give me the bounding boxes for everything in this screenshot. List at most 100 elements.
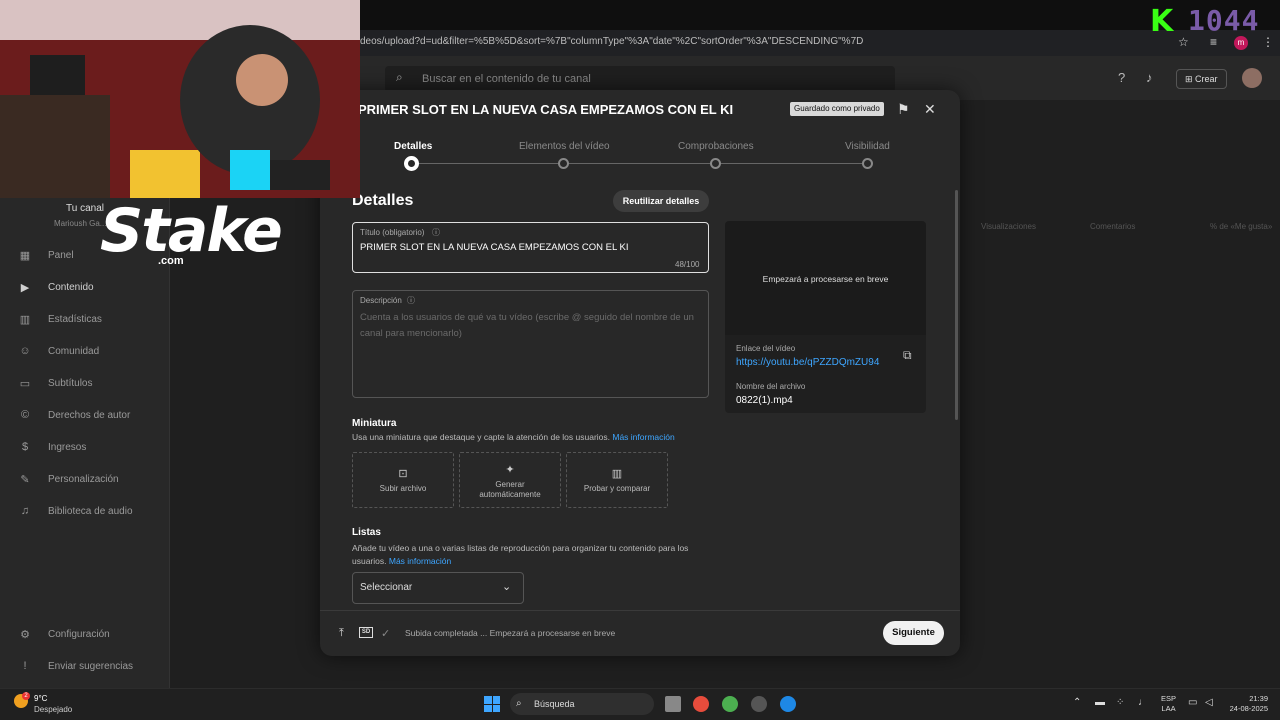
sidebar-item-copyright[interactable]: © Derechos de autor: [0, 399, 170, 431]
file-explorer-icon[interactable]: [665, 696, 681, 712]
chrome-icon[interactable]: [693, 696, 709, 712]
clock[interactable]: 21:39 24-08-2025: [1226, 694, 1268, 714]
file-name-label: Nombre del archivo: [736, 382, 806, 391]
description-field-label: Descripción: [360, 296, 402, 305]
webcam-overlay: [0, 0, 360, 198]
chevron-down-icon[interactable]: ⌄: [502, 580, 511, 593]
weather-alert-badge: 2: [22, 692, 30, 700]
content-icon: ▶: [20, 281, 30, 294]
sidebar-item-feedback[interactable]: ! Enviar sugerencias: [0, 650, 170, 682]
sidebar-item-customization[interactable]: ✎ Personalización: [0, 463, 170, 495]
upload-thumbnail-button[interactable]: ⊡ Subir archivo: [352, 452, 454, 508]
sidebar-item-analytics[interactable]: ▥ Estadísticas: [0, 303, 170, 335]
sponsor-domain: .com: [158, 255, 184, 267]
chrome-profile-icon[interactable]: [722, 696, 738, 712]
sparkle-icon: ✦: [505, 464, 515, 476]
create-label: Crear: [1195, 74, 1218, 84]
bookmark-star-icon[interactable]: ☆: [1178, 35, 1189, 49]
help-icon[interactable]: ?: [1118, 70, 1125, 85]
sidebar-item-community[interactable]: ☺ Comunidad: [0, 335, 170, 367]
playlists-help: Añade tu vídeo a una o varias listas de …: [352, 542, 712, 568]
sidebar-item-label: Estadísticas: [48, 313, 102, 325]
sidebar-item-label: Personalización: [48, 473, 119, 485]
dialog-scrollbar[interactable]: [955, 190, 958, 420]
language-indicator[interactable]: ESP LAA: [1161, 694, 1176, 714]
copy-icon[interactable]: ⧉: [903, 348, 912, 363]
tray-network-icon[interactable]: ⁘: [1116, 697, 1124, 708]
tray-app-icon[interactable]: ▬: [1095, 697, 1105, 708]
sponsor-logo: Stake: [100, 196, 283, 266]
help-circle-icon[interactable]: ⓘ: [432, 227, 440, 238]
step-video-elements[interactable]: Elementos del vídeo: [519, 141, 610, 152]
browser-menu-icon[interactable]: ⋮: [1262, 35, 1274, 49]
tray-overflow-icon[interactable]: ⌃: [1073, 697, 1081, 708]
media-queue-icon[interactable]: ≡: [1210, 35, 1217, 49]
taskbar-search-label[interactable]: Búsqueda: [534, 699, 575, 709]
description-placeholder[interactable]: Cuenta a los usuarios de qué va tu vídeo…: [360, 310, 700, 342]
auto-generate-label: Generar automáticamente: [479, 480, 541, 499]
search-icon: ⌕: [396, 70, 403, 84]
step-checks[interactable]: Comprobaciones: [678, 141, 754, 152]
sidebar-item-label: Enviar sugerencias: [48, 660, 134, 672]
create-button[interactable]: ⊞ Crear: [1176, 69, 1227, 89]
video-link-label: Enlace del vídeo: [736, 344, 796, 353]
sd-quality-icon: SD: [359, 627, 373, 638]
title-char-counter: 48/100: [675, 260, 700, 269]
help-circle-icon[interactable]: ⓘ: [407, 295, 415, 306]
sidebar-item-earn[interactable]: $ Ingresos: [0, 431, 170, 463]
title-input[interactable]: PRIMER SLOT EN LA NUEVA CASA EMPEZAMOS C…: [360, 242, 629, 253]
thumbnail-help: Usa una miniatura que destaque y capte l…: [352, 432, 712, 442]
keyboard-layout: LAA: [1161, 704, 1176, 713]
taskbar-search[interactable]: [510, 693, 654, 715]
obs-icon[interactable]: [751, 696, 767, 712]
next-button[interactable]: Siguiente: [883, 621, 944, 645]
weather-description[interactable]: Despejado: [34, 705, 72, 714]
sidebar-item-label: Contenido: [48, 281, 94, 293]
test-compare-button[interactable]: ▥ Probar y comparar: [566, 452, 668, 508]
weather-temperature[interactable]: 9°C: [34, 694, 47, 703]
close-icon[interactable]: ✕: [924, 101, 936, 118]
video-link[interactable]: https://youtu.be/qPZZDQmZU94: [736, 357, 879, 368]
step-details[interactable]: Detalles: [394, 141, 432, 152]
sidebar-item-content[interactable]: ▶ Contenido: [0, 271, 170, 303]
step-dot-visibility[interactable]: [862, 158, 873, 169]
step-dot-checks[interactable]: [710, 158, 721, 169]
sidebar-item-label: Ingresos: [48, 441, 87, 453]
test-compare-label: Probar y comparar: [583, 484, 651, 493]
step-dot-video-elements[interactable]: [558, 158, 569, 169]
volume-icon[interactable]: ◁: [1205, 697, 1213, 708]
community-icon: ☺: [19, 345, 31, 357]
clock-time: 21:39: [1249, 694, 1268, 703]
account-avatar[interactable]: [1242, 68, 1262, 88]
notifications-bell-icon[interactable]: ♪: [1146, 70, 1153, 85]
sidebar-item-subtitles[interactable]: ▭ Subtítulos: [0, 367, 170, 399]
step-dot-details[interactable]: [404, 156, 419, 171]
language-code: ESP: [1161, 694, 1177, 703]
description-field[interactable]: [352, 290, 709, 398]
playlists-more-info-link[interactable]: Más información: [389, 556, 451, 566]
upload-status: Subida completada ... Empezará a procesa…: [405, 628, 616, 638]
browser-profile-avatar[interactable]: m: [1234, 36, 1248, 50]
video-plus-icon: ⊞: [1185, 74, 1196, 84]
clock-date: 24-08-2025: [1229, 704, 1268, 713]
microphone-icon[interactable]: ♩: [1138, 697, 1148, 708]
auto-generate-thumbnail-button[interactable]: ✦ Generar automáticamente: [459, 452, 561, 508]
sidebar-item-settings[interactable]: ⚙ Configuración: [0, 618, 170, 650]
playlist-select-value[interactable]: Seleccionar: [360, 582, 412, 593]
viewer-counter: 1044: [1188, 4, 1260, 37]
sidebar-item-label: Configuración: [48, 628, 110, 640]
earn-icon: $: [21, 441, 29, 453]
saved-status-badge: Guardado como privado: [790, 102, 884, 116]
gear-icon: ⚙: [20, 628, 30, 641]
report-issue-icon[interactable]: ⚑: [897, 101, 910, 118]
sidebar-item-label: Panel: [48, 249, 74, 261]
sidebar-item-audio-library[interactable]: ♫ Biblioteca de audio: [0, 495, 170, 527]
title-field-label: Título (obligatorio): [360, 228, 425, 237]
display-icon[interactable]: ▭: [1188, 697, 1197, 708]
step-visibility[interactable]: Visibilidad: [845, 141, 890, 152]
thumbnail-more-info-link[interactable]: Más información: [612, 432, 674, 442]
windows-start-icon[interactable]: [484, 696, 500, 712]
url-text[interactable]: deos/upload?d=ud&filter=%5B%5D&sort=%7B"…: [360, 36, 863, 47]
reuse-details-button[interactable]: Reutilizar detalles: [613, 190, 709, 212]
app-icon[interactable]: [780, 696, 796, 712]
